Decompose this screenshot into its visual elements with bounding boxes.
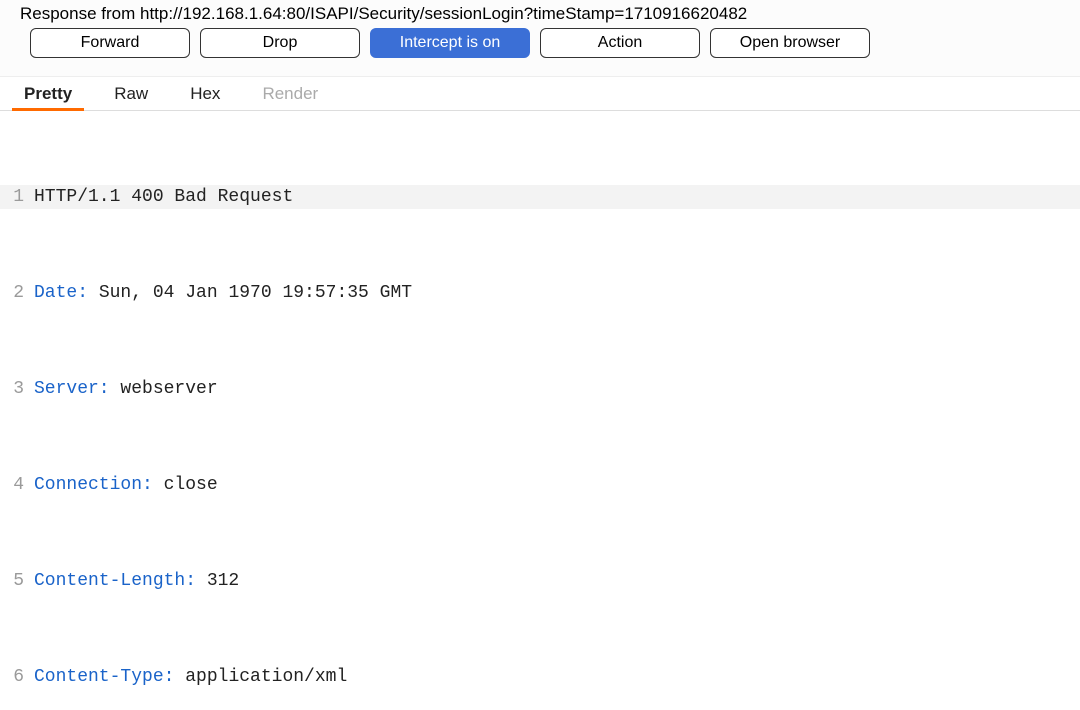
open-browser-button[interactable]: Open browser [710, 28, 870, 58]
code-line: 2 Date: Sun, 04 Jan 1970 19:57:35 GMT [0, 281, 1080, 305]
tab-pretty[interactable]: Pretty [18, 78, 78, 110]
code-line: 5 Content-Length: 312 [0, 569, 1080, 593]
tab-hex[interactable]: Hex [184, 78, 226, 110]
header-value-date: Sun, 04 Jan 1970 19:57:35 GMT [88, 283, 412, 303]
response-title: Response from http://192.168.1.64:80/ISA… [20, 4, 747, 23]
open-browser-button-label: Open browser [740, 34, 841, 52]
forward-button-label: Forward [81, 34, 140, 52]
view-tabs: Pretty Raw Hex Render [0, 77, 1080, 111]
line-number: 2 [0, 281, 30, 305]
intercept-toggle-button[interactable]: Intercept is on [370, 28, 530, 58]
tab-hex-label: Hex [190, 84, 220, 103]
header-name-connection: Connection: [34, 475, 153, 495]
response-code-view[interactable]: 1 HTTP/1.1 400 Bad Request 2 Date: Sun, … [0, 111, 1080, 710]
tab-pretty-label: Pretty [24, 84, 72, 103]
drop-button-label: Drop [263, 34, 298, 52]
code-line: 3 Server: webserver [0, 377, 1080, 401]
header-name-content-length: Content-Length: [34, 571, 196, 591]
line-number: 1 [0, 185, 30, 209]
forward-button[interactable]: Forward [30, 28, 190, 58]
http-status-line: HTTP/1.1 400 Bad Request [34, 187, 293, 207]
code-line: 4 Connection: close [0, 473, 1080, 497]
tab-render: Render [256, 78, 324, 110]
header-value-content-type: application/xml [174, 667, 347, 687]
action-button[interactable]: Action [540, 28, 700, 58]
line-number: 6 [0, 665, 30, 689]
tab-raw-label: Raw [114, 84, 148, 103]
line-number: 3 [0, 377, 30, 401]
code-line: 1 HTTP/1.1 400 Bad Request [0, 185, 1080, 209]
tab-raw[interactable]: Raw [108, 78, 154, 110]
header-name-server: Server: [34, 379, 110, 399]
line-number: 4 [0, 473, 30, 497]
line-number: 5 [0, 569, 30, 593]
header-value-server: webserver [110, 379, 218, 399]
header-value-content-length: 312 [196, 571, 239, 591]
code-line: 6 Content-Type: application/xml [0, 665, 1080, 689]
header-name-date: Date: [34, 283, 88, 303]
action-button-label: Action [598, 34, 642, 52]
intercept-toggle-label: Intercept is on [400, 34, 501, 52]
tab-render-label: Render [262, 84, 318, 103]
drop-button[interactable]: Drop [200, 28, 360, 58]
header-value-connection: close [153, 475, 218, 495]
header-name-content-type: Content-Type: [34, 667, 174, 687]
